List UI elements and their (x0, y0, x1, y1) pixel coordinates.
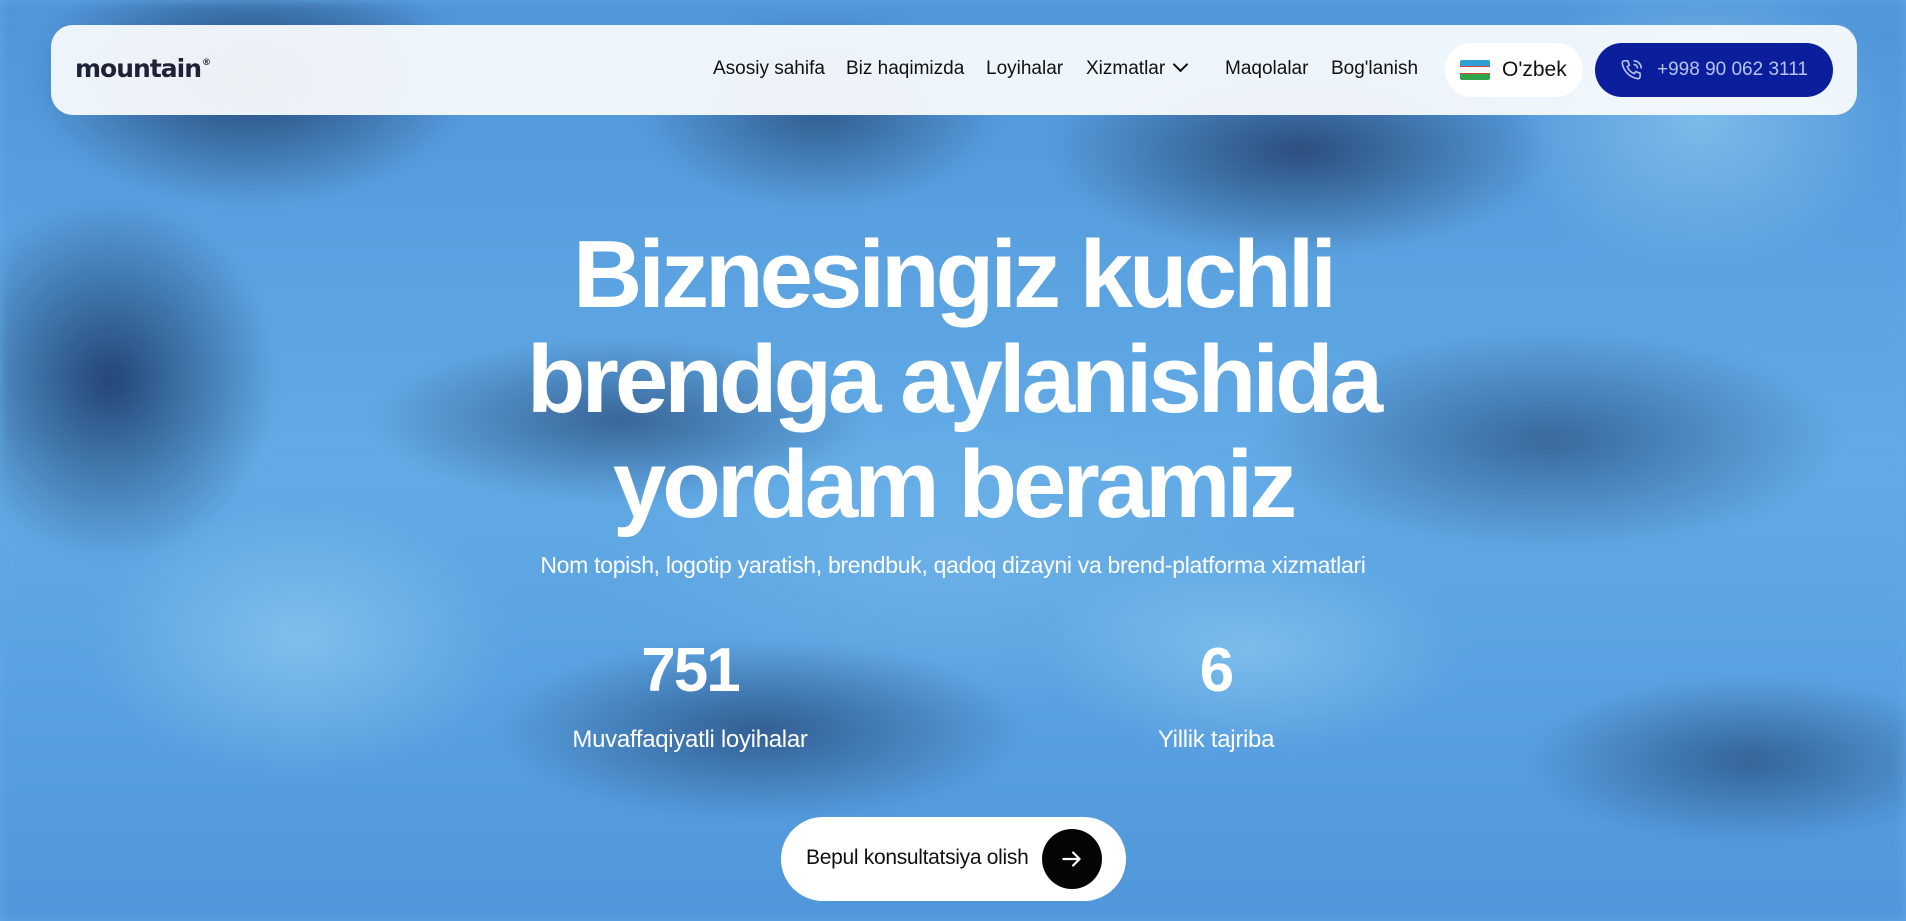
phone-icon (1621, 59, 1643, 80)
hero-title-line: brendga aylanishida (526, 326, 1383, 433)
hero-title: Biznesingiz kuchli brendga aylanishida y… (353, 222, 1553, 537)
cta-label: Bepul konsultatsiya olish (806, 846, 1029, 869)
phone-button[interactable]: +998 90 062 3111 (1595, 43, 1833, 97)
language-selector[interactable]: O'zbek (1445, 43, 1583, 97)
free-consultation-button[interactable]: Bepul konsultatsiya olish (781, 817, 1126, 901)
nav-item-contact[interactable]: Bog'lanish (1331, 58, 1418, 80)
hero-title-line: yordam beramiz (612, 431, 1297, 538)
arrow-right-icon (1042, 829, 1102, 889)
stat-projects: 751 Muvaffaqiyatli loyihalar (540, 636, 840, 754)
nav-item-about[interactable]: Biz haqimizda (846, 58, 964, 80)
nav-item-services-label: Xizmatlar (1086, 58, 1166, 79)
nav-item-projects[interactable]: Loyihalar (986, 58, 1063, 80)
stat-value: 751 (641, 636, 740, 705)
chevron-down-icon (1172, 56, 1189, 73)
nav-item-home[interactable]: Asosiy sahifa (713, 58, 825, 80)
phone-number: +998 90 062 3111 (1657, 59, 1808, 80)
stat-value: 6 (1199, 636, 1234, 705)
hero-subtitle: Nom topish, logotip yaratish, brendbuk, … (540, 552, 1366, 578)
stat-experience: 6 Yillik tajriba (1066, 636, 1366, 754)
main-nav: Asosiy sahifa Biz haqimizda Loyihalar Xi… (51, 25, 1857, 115)
language-label: O'zbek (1502, 58, 1567, 81)
stat-label: Muvaffaqiyatli loyihalar (572, 726, 808, 753)
uzbekistan-flag-icon (1460, 60, 1490, 80)
page: mountain® Asosiy sahifa Biz haqimizda Lo… (0, 0, 1906, 921)
nav-item-articles[interactable]: Maqolalar (1225, 58, 1308, 80)
nav-item-services[interactable]: Xizmatlar (1086, 56, 1189, 80)
site-header: mountain® Asosiy sahifa Biz haqimizda Lo… (51, 25, 1857, 115)
stat-label: Yillik tajriba (1157, 726, 1275, 753)
hero-title-line: Biznesingiz kuchli (572, 221, 1337, 328)
